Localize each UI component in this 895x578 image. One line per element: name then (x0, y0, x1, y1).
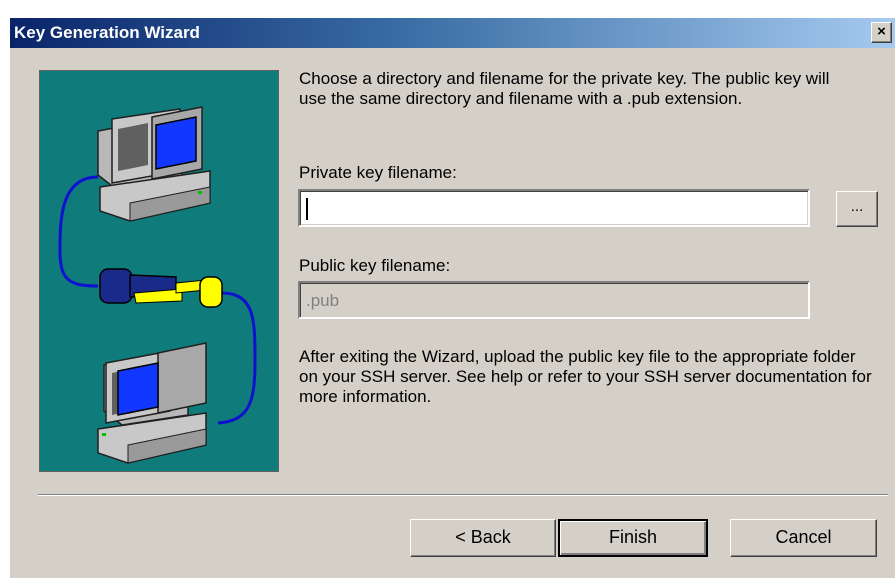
window-title: Key Generation Wizard (14, 23, 200, 42)
outro-text: After exiting the Wizard, upload the pub… (299, 347, 872, 406)
browse-button[interactable]: ... (836, 191, 878, 227)
intro-text: Choose a directory and filename for the … (299, 69, 830, 108)
close-icon: × (877, 23, 886, 40)
top-computer-icon (97, 106, 211, 222)
two-computers-key-icon (58, 106, 257, 464)
key-generation-wizard-window: Key Generation Wizard × Choose a directo… (10, 18, 895, 578)
back-button[interactable]: < Back (410, 519, 556, 557)
key-icon (99, 268, 223, 308)
bottom-computer-icon (97, 342, 207, 464)
title-bar: Key Generation Wizard × (10, 18, 895, 48)
public-key-label: Public key filename: (299, 256, 451, 275)
finish-button[interactable]: Finish (558, 519, 708, 557)
wizard-illustration (39, 70, 279, 472)
private-key-label: Private key filename: (299, 163, 457, 182)
divider (38, 494, 888, 496)
public-key-filename-input: .pub (298, 281, 810, 319)
close-button[interactable]: × (871, 22, 892, 43)
text-caret (306, 198, 308, 220)
private-key-filename-input[interactable] (298, 189, 810, 227)
cancel-button[interactable]: Cancel (730, 519, 877, 557)
